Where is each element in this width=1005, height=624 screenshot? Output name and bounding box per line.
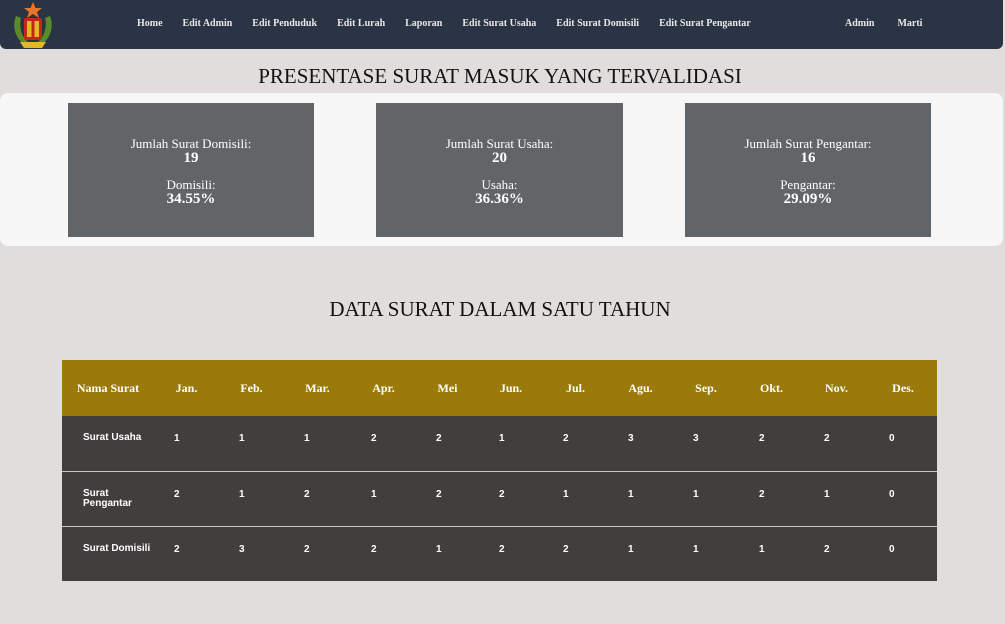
value-cell: 2 <box>739 416 804 472</box>
column-header-month: Mei <box>416 360 479 416</box>
stat-percent-label: Pengantar: <box>780 177 836 192</box>
value-cell: 1 <box>219 471 284 527</box>
value-cell: 3 <box>608 416 673 472</box>
column-header-month: Jun. <box>479 360 543 416</box>
nav-edit-surat-pengantar-link[interactable]: Edit Surat Pengantar <box>659 18 751 29</box>
column-header-month: Jan. <box>154 360 219 416</box>
nav-laporan-link[interactable]: Laporan <box>405 18 442 29</box>
stat-percent-label: Domisili: <box>166 177 216 192</box>
value-cell: 2 <box>739 471 804 527</box>
value-cell: 3 <box>673 416 739 472</box>
column-header-month: Okt. <box>739 360 804 416</box>
stat-card-domisili: Jumlah Surat Domisili: 19 Domisili: 34.5… <box>68 103 314 237</box>
emblem-logo-icon[interactable] <box>12 2 54 48</box>
stat-label: Jumlah Surat Pengantar: <box>744 136 872 151</box>
nav-admin-link[interactable]: Admin <box>845 18 874 29</box>
value-cell: 2 <box>351 526 416 581</box>
value-cell: 2 <box>284 526 351 581</box>
nav-edit-surat-usaha-link[interactable]: Edit Surat Usaha <box>462 18 536 29</box>
value-cell: 1 <box>804 471 869 527</box>
nav-edit-penduduk-link[interactable]: Edit Penduduk <box>252 18 317 29</box>
column-header-month: Apr. <box>351 360 416 416</box>
stat-percent: 34.55% <box>166 191 216 207</box>
value-cell: 2 <box>154 471 219 527</box>
column-header-month: Feb. <box>219 360 284 416</box>
value-cell: 1 <box>543 471 608 527</box>
value-cell: 2 <box>804 526 869 581</box>
value-cell: 1 <box>154 416 219 472</box>
stat-count: 16 <box>800 150 816 166</box>
column-header-month: Nov. <box>804 360 869 416</box>
value-cell: 1 <box>608 526 673 581</box>
table-row: Surat Pengantar 2 1 2 1 2 2 1 1 1 2 1 0 <box>62 471 937 527</box>
value-cell: 2 <box>804 416 869 472</box>
main-nav: Home Edit Admin Edit Penduduk Edit Lurah… <box>137 18 771 29</box>
nav-user-link[interactable]: Marti <box>897 18 922 29</box>
value-cell: 1 <box>479 416 543 472</box>
nav-edit-admin-link[interactable]: Edit Admin <box>183 18 233 29</box>
stat-count: 19 <box>183 150 199 166</box>
user-nav: Admin Marti <box>845 18 945 29</box>
value-cell: 1 <box>608 471 673 527</box>
value-cell: 2 <box>154 526 219 581</box>
stat-percent-label: Usaha: <box>481 177 518 192</box>
row-name-cell: Surat Domisili <box>62 526 154 581</box>
value-cell: 1 <box>284 416 351 472</box>
value-cell: 0 <box>869 471 937 527</box>
value-cell: 1 <box>673 471 739 527</box>
value-cell: 2 <box>416 416 479 472</box>
top-navbar: Home Edit Admin Edit Penduduk Edit Lurah… <box>0 0 1003 49</box>
value-cell: 1 <box>739 526 804 581</box>
stat-percent: 29.09% <box>783 191 833 207</box>
value-cell: 1 <box>673 526 739 581</box>
nav-edit-surat-domisili-link[interactable]: Edit Surat Domisili <box>556 18 639 29</box>
nav-home-link[interactable]: Home <box>137 18 163 29</box>
column-header-month: Jul. <box>543 360 608 416</box>
stats-title: PRESENTASE SURAT MASUK YANG TERVALIDASI <box>258 64 742 88</box>
stat-card-pengantar: Jumlah Surat Pengantar: 16 Pengantar: 29… <box>685 103 931 237</box>
monthly-letters-table: Nama Surat Jan. Feb. Mar. Apr. Mei Jun. Jul. Ag… <box>62 360 937 581</box>
value-cell: 1 <box>416 526 479 581</box>
nav-edit-lurah-link[interactable]: Edit Lurah <box>337 18 385 29</box>
value-cell: 2 <box>479 526 543 581</box>
value-cell: 2 <box>543 526 608 581</box>
value-cell: 2 <box>479 471 543 527</box>
stat-label: Jumlah Surat Domisili: <box>130 136 252 151</box>
stat-label: Jumlah Surat Usaha: <box>445 136 554 151</box>
stat-card-usaha: Jumlah Surat Usaha: 20 Usaha: 36.36% <box>376 103 623 237</box>
table-row: Surat Domisili 2 3 2 2 1 2 2 1 1 1 2 0 <box>62 526 937 581</box>
table-body: Surat Usaha 1 1 1 2 2 1 2 3 3 2 2 0 Surat Pengantar 2 1… <box>62 416 937 581</box>
column-header-month: Agu. <box>608 360 673 416</box>
table-row: Surat Usaha 1 1 1 2 2 1 2 3 3 2 2 0 <box>62 416 937 472</box>
stat-percent: 36.36% <box>475 191 524 207</box>
column-header-month: Mar. <box>284 360 351 416</box>
stat-count: 20 <box>492 150 507 166</box>
stats-panel: Jumlah Surat Domisili: 19 Domisili: 34.5… <box>0 93 1003 246</box>
value-cell: 0 <box>869 416 937 472</box>
row-name-cell: Surat Usaha <box>62 416 154 472</box>
value-cell: 1 <box>219 416 284 472</box>
value-cell: 3 <box>219 526 284 581</box>
value-cell: 2 <box>351 416 416 472</box>
value-cell: 2 <box>284 471 351 527</box>
table-header-row: Nama Surat Jan. Feb. Mar. Apr. Mei Jun. Jul. Ag… <box>62 360 937 416</box>
value-cell: 1 <box>351 471 416 527</box>
value-cell: 2 <box>416 471 479 527</box>
row-name-cell: Surat Pengantar <box>62 471 154 527</box>
table-title: DATA SURAT DALAM SATU TAHUN <box>329 297 671 321</box>
value-cell: 0 <box>869 526 937 581</box>
column-header-name: Nama Surat <box>62 360 154 416</box>
column-header-month: Des. <box>869 360 937 416</box>
column-header-month: Sep. <box>673 360 739 416</box>
value-cell: 2 <box>543 416 608 472</box>
